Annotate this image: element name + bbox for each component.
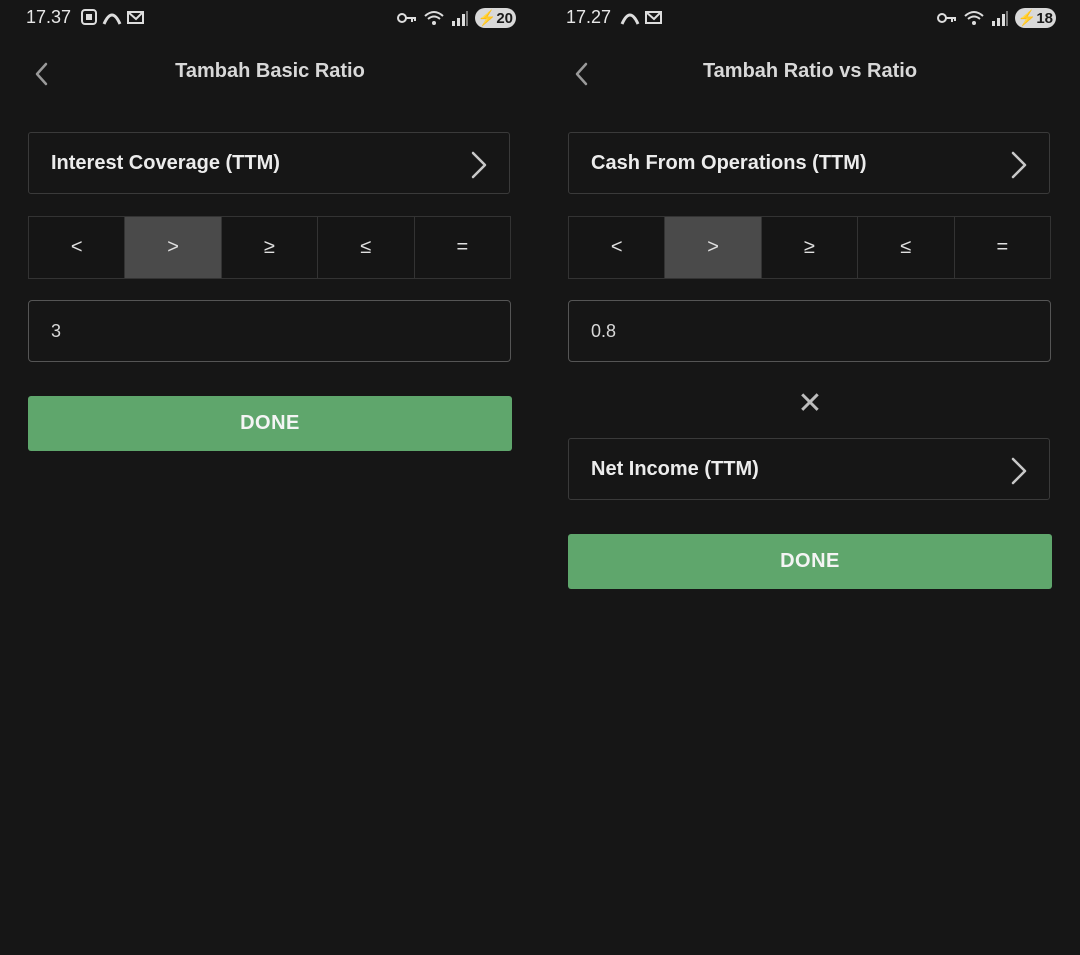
value-input[interactable]: [51, 320, 451, 342]
mail-icon: [127, 11, 144, 24]
done-button[interactable]: DONE: [568, 534, 1052, 589]
key-icon: [396, 13, 416, 23]
signal-icon: [451, 11, 468, 26]
app-arc-icon: [620, 13, 640, 25]
operator-less-than[interactable]: <: [569, 217, 666, 278]
value-field[interactable]: [28, 300, 511, 362]
chevron-right-icon: [1011, 151, 1027, 179]
operator-less-equal[interactable]: ≤: [318, 217, 415, 278]
mail-icon: [645, 11, 662, 24]
screenshot-icon: [81, 9, 97, 25]
value-field[interactable]: [568, 300, 1051, 362]
page-title: Tambah Basic Ratio: [175, 60, 365, 82]
metric-selector[interactable]: Cash From Operations (TTM): [568, 132, 1050, 194]
operator-equal[interactable]: =: [954, 217, 1051, 278]
wifi-icon: [963, 11, 984, 25]
operator-selector: < > ≥ ≤ =: [568, 216, 1051, 279]
operator-greater-equal[interactable]: ≥: [221, 217, 319, 278]
battery-indicator: ⚡ 18: [1014, 8, 1056, 28]
operator-greater-than[interactable]: >: [125, 217, 222, 278]
wifi-icon: [423, 11, 444, 25]
second-metric-label: Net Income (TTM): [591, 457, 759, 480]
done-button[interactable]: DONE: [28, 396, 512, 451]
operator-selector: < > ≥ ≤ =: [28, 216, 511, 279]
metric-label: Interest Coverage (TTM): [51, 151, 280, 174]
multiply-icon: ✕: [797, 387, 823, 420]
chevron-right-icon: [1011, 457, 1027, 485]
screen-basic-ratio: 17.37 ⚡ 20 Tambah Basic Ratio Interest Co…: [0, 0, 540, 955]
value-input[interactable]: [591, 320, 991, 342]
page-title: Tambah Ratio vs Ratio: [702, 60, 918, 82]
screen-ratio-vs-ratio: 17.27 ⚡ 18 Tambah Ratio vs Ratio Cash Fro…: [540, 0, 1080, 955]
operator-less-than[interactable]: <: [29, 217, 126, 278]
key-icon: [936, 13, 956, 23]
second-metric-selector[interactable]: Net Income (TTM): [568, 438, 1050, 500]
status-bar: 17.37 ⚡ 20: [0, 0, 540, 36]
operator-less-equal[interactable]: ≤: [858, 217, 955, 278]
operator-equal[interactable]: =: [414, 217, 511, 278]
status-time: 17.37: [26, 7, 72, 27]
chevron-right-icon: [471, 151, 487, 179]
battery-indicator: ⚡ 20: [474, 8, 516, 28]
app-arc-icon: [102, 13, 122, 25]
operator-greater-than[interactable]: >: [665, 217, 762, 278]
metric-selector[interactable]: Interest Coverage (TTM): [28, 132, 510, 194]
status-time: 17.27: [566, 7, 612, 27]
metric-label: Cash From Operations (TTM): [591, 151, 867, 174]
signal-icon: [991, 11, 1008, 26]
operator-greater-equal[interactable]: ≥: [761, 217, 859, 278]
status-bar: 17.27 ⚡ 18: [540, 0, 1080, 36]
